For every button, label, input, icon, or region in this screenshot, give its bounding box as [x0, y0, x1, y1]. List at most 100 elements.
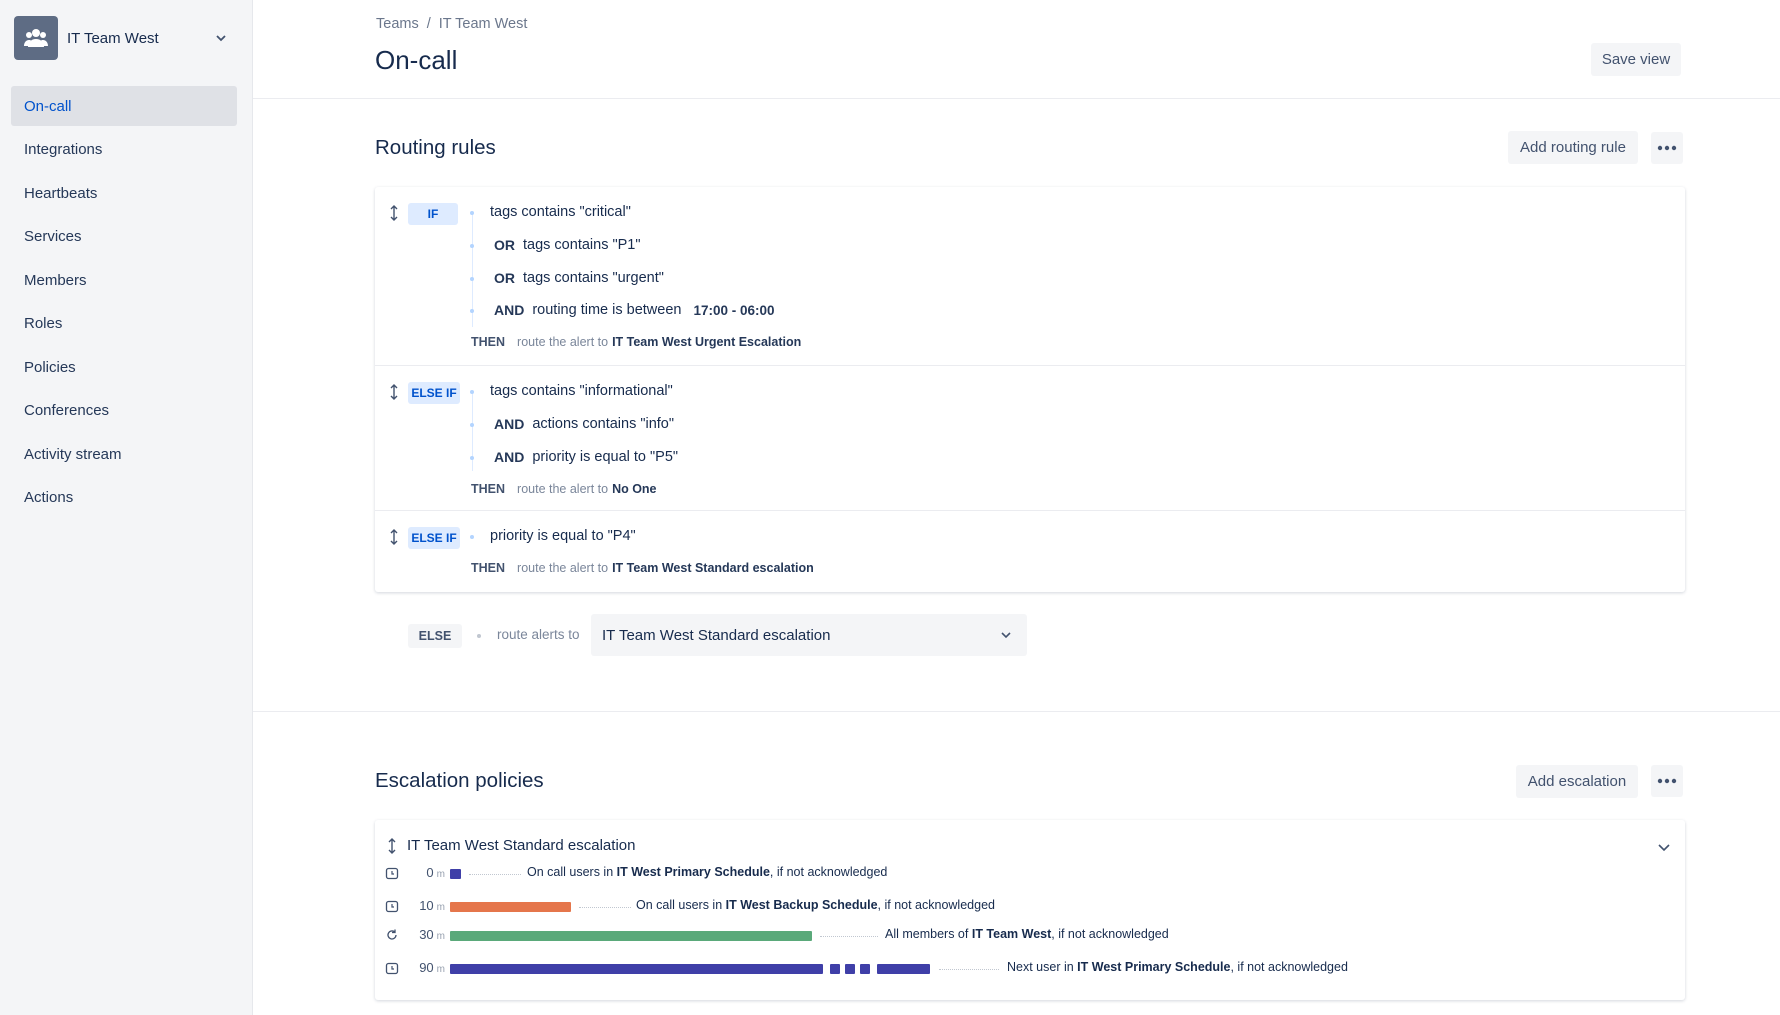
step-prefix: On call users in	[636, 898, 726, 912]
condition: AND routing time is between 17:00 - 06:00	[494, 302, 775, 318]
sidebar-item-services[interactable]: Services	[11, 217, 237, 257]
rule-action: THEN route the alert to No One	[471, 482, 657, 496]
routing-rule-3[interactable]: ELSE IF priority is equal to "P4" THEN ro…	[375, 511, 1685, 591]
then-text: route the alert to	[517, 561, 609, 575]
rule-kind-pill: ELSE IF	[408, 382, 460, 404]
then-target[interactable]: IT Team West Standard escalation	[612, 561, 814, 575]
rule-dot	[470, 309, 474, 313]
clock-icon	[385, 962, 399, 975]
condition: AND priority is equal to "P5"	[494, 449, 678, 465]
else-escalation-select[interactable]: IT Team West Standard escalation	[591, 614, 1027, 656]
step-target[interactable]: IT West Primary Schedule	[617, 865, 770, 879]
step-text: On call users in IT West Backup Schedule…	[636, 898, 995, 912]
clock-icon	[385, 867, 399, 880]
step-prefix: All members of	[885, 927, 972, 941]
rule-dot	[470, 535, 474, 539]
team-switcher[interactable]: IT Team West	[14, 16, 234, 60]
routing-rule-2[interactable]: ELSE IF tags contains "informational" AN…	[375, 366, 1685, 510]
then-target[interactable]: No One	[612, 482, 656, 496]
else-dot	[477, 634, 481, 638]
condition: OR tags contains "P1"	[494, 237, 641, 253]
condition: tags contains "informational"	[490, 383, 673, 399]
sidebar-item-conferences[interactable]: Conferences	[11, 391, 237, 431]
routing-rule-1[interactable]: IF tags contains "critical" OR tags conta…	[375, 187, 1685, 365]
rule-dot	[470, 244, 474, 248]
drag-handle-icon[interactable]	[389, 384, 399, 400]
chevron-down-icon[interactable]	[1657, 840, 1671, 854]
sidebar-item-label: Conferences	[24, 402, 110, 419]
sidebar-item-heartbeats[interactable]: Heartbeats	[11, 173, 237, 213]
escalation-more-button[interactable]	[1651, 765, 1683, 797]
condition-text: priority is equal to "P4"	[490, 528, 636, 544]
then-keyword: THEN	[471, 482, 506, 496]
step-suffix: , if not acknowledged	[877, 898, 995, 912]
add-escalation-button[interactable]: Add escalation	[1516, 765, 1638, 798]
step-leader	[939, 969, 999, 970]
save-view-button[interactable]: Save view	[1591, 43, 1681, 76]
step-text: All members of IT Team West, if not ackn…	[885, 927, 1169, 941]
rule-kind-pill: ELSE IF	[408, 527, 460, 549]
step-delay-unit: m	[436, 931, 445, 942]
step-target[interactable]: IT Team West	[972, 927, 1051, 941]
step-target[interactable]: IT West Primary Schedule	[1077, 960, 1230, 974]
condition-text: tags contains "urgent"	[523, 270, 664, 286]
step-delay-value: 90	[419, 960, 434, 975]
step-delay: 10 m	[411, 898, 445, 913]
sidebar-item-label: Activity stream	[24, 445, 122, 463]
breadcrumb-teams-link[interactable]: Teams	[376, 16, 419, 32]
team-avatar	[14, 16, 58, 60]
rule-kind-pill: IF	[408, 203, 458, 225]
escalation-step[interactable]: 30 m All members of IT Team West, if not …	[375, 926, 1685, 946]
sidebar-item-activity-stream[interactable]: Activity stream	[11, 434, 237, 474]
sidebar-item-label: Heartbeats	[24, 184, 98, 202]
sidebar-item-label: Services	[24, 228, 82, 245]
drag-handle-icon[interactable]	[389, 205, 399, 221]
step-delay: 0m	[411, 865, 445, 880]
else-escalation-value: IT Team West Standard escalation	[602, 626, 831, 644]
condition-operator: OR	[494, 270, 515, 286]
step-bar	[450, 931, 812, 941]
drag-handle-icon[interactable]	[387, 838, 397, 854]
step-leader	[579, 907, 631, 908]
more-icon	[1657, 778, 1677, 784]
sidebar-item-policies[interactable]: Policies	[11, 347, 237, 387]
step-text: Next user in IT West Primary Schedule, i…	[1007, 960, 1348, 974]
escalation-step[interactable]: 0m On call users in IT West Primary Sche…	[375, 864, 1685, 884]
routing-more-button[interactable]	[1651, 132, 1683, 164]
clock-icon	[385, 900, 399, 913]
step-bar	[450, 964, 823, 974]
main-content: Teams / IT Team West On-call Save view R…	[253, 0, 1780, 1015]
step-delay-value: 10	[419, 898, 434, 913]
team-name: IT Team West	[67, 29, 159, 47]
sidebar-item-label: On-call	[24, 97, 72, 115]
condition-operator: AND	[494, 449, 525, 465]
condition-operator: AND	[494, 416, 525, 432]
escalation-step[interactable]: 90 m Next user in IT West Primary Schedul…	[375, 959, 1685, 979]
step-bar-segment	[877, 964, 930, 974]
rule-dot	[470, 277, 474, 281]
step-bar-segment	[830, 964, 840, 974]
sidebar-item-members[interactable]: Members	[11, 260, 237, 300]
repeat-icon	[387, 929, 397, 940]
condition: priority is equal to "P4"	[490, 528, 636, 544]
people-icon	[24, 29, 48, 47]
escalation-step[interactable]: 10 m On call users in IT West Backup Sche…	[375, 897, 1685, 917]
then-keyword: THEN	[471, 561, 506, 575]
rule-dot	[470, 423, 474, 427]
sidebar-item-actions[interactable]: Actions	[11, 478, 237, 518]
step-target[interactable]: IT West Backup Schedule	[726, 898, 878, 912]
chevron-down-icon[interactable]	[216, 33, 226, 43]
sidebar-item-integrations[interactable]: Integrations	[11, 130, 237, 170]
step-suffix: , if not acknowledged	[1051, 927, 1169, 941]
escalation-policies-title: Escalation policies	[375, 769, 544, 792]
sidebar-item-roles[interactable]: Roles	[11, 304, 237, 344]
escalation-policy-name: IT Team West Standard escalation	[407, 837, 636, 854]
add-routing-rule-button[interactable]: Add routing rule	[1508, 131, 1638, 164]
sidebar-item-on-call[interactable]: On-call	[11, 86, 237, 126]
breadcrumb-team-link[interactable]: IT Team West	[439, 16, 528, 32]
drag-handle-icon[interactable]	[389, 529, 399, 545]
step-leader	[469, 874, 521, 875]
then-target[interactable]: IT Team West Urgent Escalation	[612, 335, 801, 349]
rule-action: THEN route the alert to IT Team West Urgen…	[471, 335, 801, 349]
step-delay-value: 0	[426, 865, 434, 880]
